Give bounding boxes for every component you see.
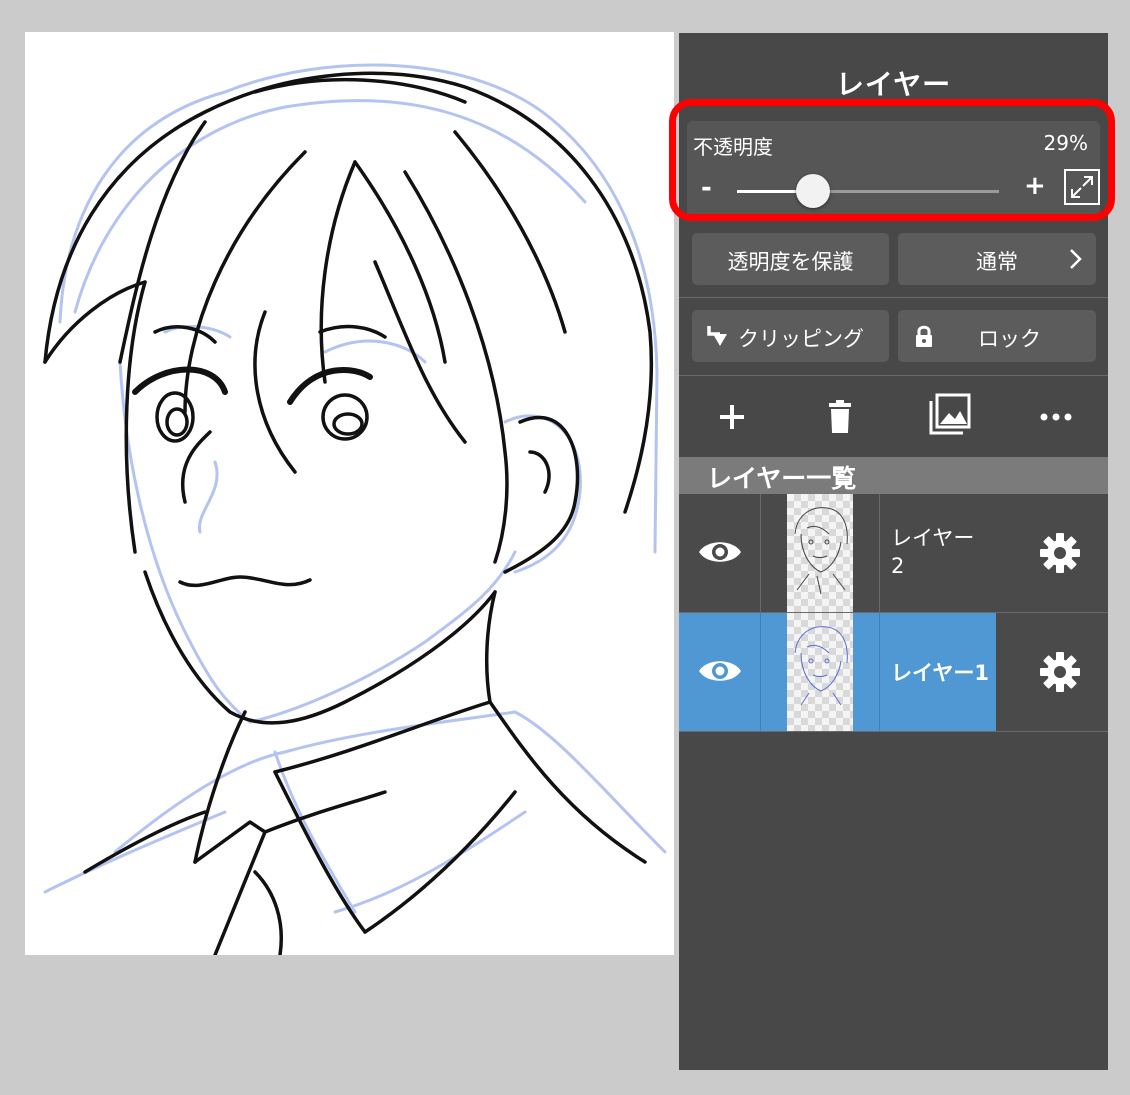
lock-button[interactable]: ロック bbox=[898, 310, 1096, 362]
layer-list-header: レイヤー一覧 bbox=[679, 457, 1108, 494]
layer-name: レイヤー 2 bbox=[891, 526, 975, 578]
layer-row-selected[interactable]: レイヤー1 bbox=[679, 613, 1108, 731]
lock-label: ロック bbox=[978, 327, 1041, 351]
layer-thumbnail bbox=[787, 613, 853, 731]
drawing-canvas[interactable] bbox=[25, 32, 674, 955]
clipping-label: クリッピング bbox=[738, 327, 864, 351]
layer-list-title: レイヤー一覧 bbox=[707, 464, 857, 493]
black-lineart-layer bbox=[43, 71, 654, 955]
gear-icon[interactable] bbox=[1039, 651, 1081, 693]
panel-title: レイヤー bbox=[835, 68, 952, 101]
blend-mode-label: 通常 bbox=[976, 250, 1018, 274]
chevron-right-icon bbox=[1070, 249, 1082, 269]
clipping-arrow-icon bbox=[707, 326, 727, 346]
trash-icon[interactable] bbox=[820, 397, 860, 437]
layer-name: レイヤー1 bbox=[891, 661, 989, 685]
eye-icon[interactable] bbox=[697, 536, 743, 568]
protect-alpha-label: 透明度を保護 bbox=[727, 250, 854, 274]
lock-icon bbox=[916, 325, 932, 347]
add-layer-icon[interactable] bbox=[712, 397, 752, 437]
eye-icon[interactable] bbox=[697, 655, 743, 687]
blue-sketch-layer bbox=[43, 63, 667, 914]
gear-icon[interactable] bbox=[1039, 532, 1081, 574]
protect-alpha-button[interactable]: 透明度を保護 bbox=[692, 233, 889, 285]
opacity-highlight-annotation bbox=[669, 99, 1115, 221]
clipping-button[interactable]: クリッピング bbox=[692, 310, 889, 362]
more-icon[interactable] bbox=[1036, 397, 1076, 437]
layer-thumbnail bbox=[787, 494, 853, 612]
layer-gallery-icon[interactable] bbox=[925, 391, 973, 439]
blend-mode-button[interactable]: 通常 bbox=[898, 233, 1096, 285]
divider bbox=[679, 375, 1108, 376]
divider bbox=[679, 297, 1108, 298]
divider bbox=[679, 731, 1108, 732]
character-sketch-artwork bbox=[43, 63, 667, 955]
layer-row[interactable]: レイヤー 2 bbox=[679, 494, 1108, 612]
